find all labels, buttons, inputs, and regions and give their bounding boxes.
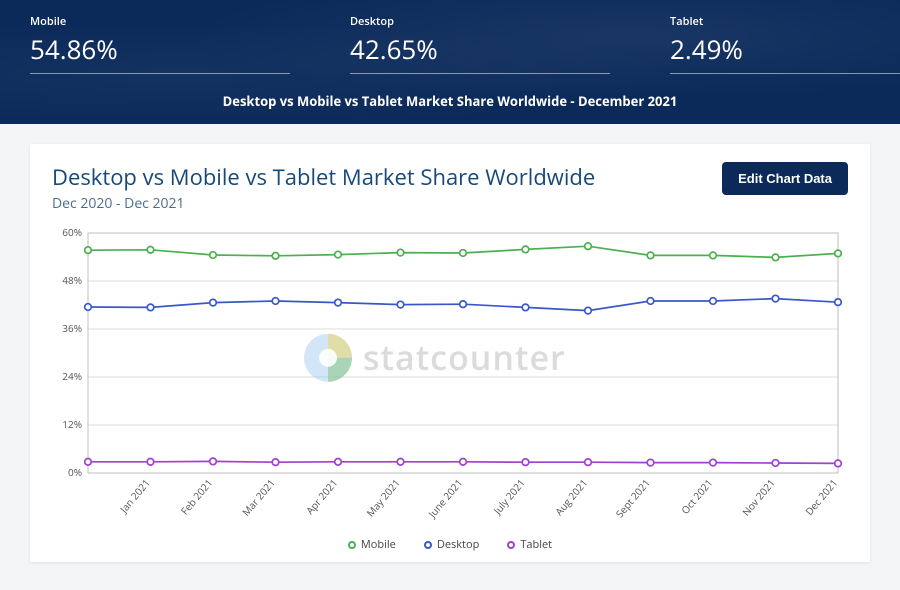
svg-text:60%: 60%	[62, 225, 82, 239]
svg-text:Sept 2021: Sept 2021	[612, 476, 652, 520]
stat-mobile: Mobile 54.86%	[30, 14, 290, 74]
svg-text:May 2021: May 2021	[363, 476, 403, 519]
legend-label: Mobile	[361, 537, 396, 552]
legend-swatch-icon	[348, 541, 356, 549]
legend-item-desktop: Desktop	[424, 537, 479, 552]
edit-chart-data-button[interactable]: Edit Chart Data	[722, 162, 848, 195]
stat-label: Mobile	[30, 14, 290, 29]
stat-label: Desktop	[350, 14, 610, 29]
stat-value: 2.49%	[670, 31, 900, 67]
svg-text:July 2021: July 2021	[490, 476, 528, 518]
svg-text:Aug 2021: Aug 2021	[552, 476, 591, 518]
svg-text:Apr 2021: Apr 2021	[303, 476, 341, 517]
stat-tablet: Tablet 2.49%	[670, 14, 900, 74]
svg-text:statcounter: statcounter	[363, 334, 566, 380]
chart-area: 0% 12% 24% 36% 48% 60% statcounter Jan 2021 Feb …	[52, 223, 848, 533]
stat-value: 54.86%	[30, 31, 290, 67]
chart-legend: Mobile Desktop Tablet	[52, 537, 848, 552]
svg-text:Oct 2021: Oct 2021	[678, 476, 715, 517]
svg-text:24%: 24%	[62, 369, 82, 383]
legend-swatch-icon	[424, 541, 432, 549]
svg-text:June 2021: June 2021	[424, 476, 465, 521]
header-subtitle: Desktop vs Mobile vs Tablet Market Share…	[30, 92, 870, 110]
stat-desktop: Desktop 42.65%	[350, 14, 610, 74]
summary-header: Mobile 54.86% Desktop 42.65% Tablet 2.49…	[0, 0, 900, 124]
svg-text:48%: 48%	[62, 273, 82, 287]
svg-text:Jan 2021: Jan 2021	[116, 476, 153, 516]
legend-item-mobile: Mobile	[348, 537, 396, 552]
line-chart: 0% 12% 24% 36% 48% 60% statcounter Jan 2021 Feb …	[52, 223, 848, 533]
svg-text:36%: 36%	[62, 321, 82, 335]
svg-text:Dec 2021: Dec 2021	[802, 476, 840, 518]
svg-text:Nov 2021: Nov 2021	[739, 476, 778, 519]
summary-stats: Mobile 54.86% Desktop 42.65% Tablet 2.49…	[30, 14, 870, 74]
chart-card: Desktop vs Mobile vs Tablet Market Share…	[30, 144, 870, 562]
svg-text:Feb 2021: Feb 2021	[177, 476, 215, 517]
svg-text:Mar 2021: Mar 2021	[239, 476, 278, 519]
legend-swatch-icon	[507, 541, 515, 549]
chart-date-range: Dec 2020 - Dec 2021	[52, 194, 595, 213]
svg-text:12%: 12%	[62, 417, 82, 431]
legend-item-tablet: Tablet	[507, 537, 552, 552]
legend-label: Desktop	[437, 537, 479, 552]
stat-value: 42.65%	[350, 31, 610, 67]
legend-label: Tablet	[520, 537, 552, 552]
chart-title: Desktop vs Mobile vs Tablet Market Share…	[52, 162, 595, 192]
svg-text:0%: 0%	[68, 465, 82, 479]
stat-label: Tablet	[670, 14, 900, 29]
